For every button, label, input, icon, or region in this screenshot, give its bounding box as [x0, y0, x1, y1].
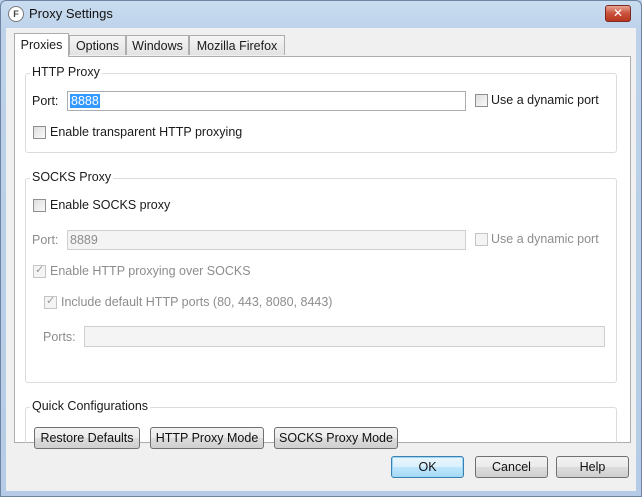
- socks-dynamic-port-label: Use a dynamic port: [491, 232, 599, 246]
- socks-proxy-group-title: SOCKS Proxy: [30, 170, 114, 184]
- close-icon: ✕: [612, 6, 624, 20]
- quick-configurations-group: Quick Configurations Restore Defaults HT…: [25, 399, 617, 449]
- restore-defaults-button[interactable]: Restore Defaults: [34, 427, 140, 449]
- proxy-settings-window: F Proxy Settings ✕ Proxies Options Windo…: [0, 0, 642, 497]
- transparent-proxying-checkbox[interactable]: [33, 126, 46, 139]
- tab-proxies[interactable]: Proxies: [14, 33, 69, 57]
- title-bar[interactable]: F Proxy Settings ✕: [1, 1, 641, 27]
- http-proxy-mode-button[interactable]: HTTP Proxy Mode: [150, 427, 264, 449]
- tab-windows[interactable]: Windows: [126, 35, 189, 55]
- check-icon: ✓: [35, 264, 45, 276]
- http-dynamic-port-checkbox[interactable]: [475, 94, 488, 107]
- ports-input[interactable]: [84, 326, 605, 347]
- include-default-ports-checkbox[interactable]: ✓: [44, 295, 57, 309]
- include-default-ports-label: Include default HTTP ports (80, 443, 808…: [61, 295, 333, 309]
- cancel-button[interactable]: Cancel: [475, 456, 548, 478]
- socks-port-value: 8889: [70, 233, 98, 247]
- transparent-proxying-label: Enable transparent HTTP proxying: [50, 125, 243, 139]
- socks-dynamic-port-checkbox[interactable]: [475, 233, 488, 246]
- ok-button[interactable]: OK: [391, 456, 464, 478]
- proxies-tab-panel: HTTP Proxy Port: 8888 Use a dynamic port…: [14, 56, 631, 449]
- socks-port-input[interactable]: 8889: [67, 230, 466, 250]
- quick-configurations-title: Quick Configurations: [30, 399, 151, 413]
- http-proxy-group: HTTP Proxy Port: 8888 Use a dynamic port…: [25, 65, 617, 153]
- help-button[interactable]: Help: [556, 456, 629, 478]
- app-icon: F: [8, 6, 24, 22]
- window-title: Proxy Settings: [29, 6, 113, 21]
- http-port-value: 8888: [70, 94, 100, 108]
- socks-proxy-group: SOCKS Proxy Enable SOCKS proxy Port: 888…: [25, 170, 617, 383]
- http-port-label: Port:: [32, 94, 59, 108]
- tab-options[interactable]: Options: [69, 35, 126, 55]
- http-over-socks-label: Enable HTTP proxying over SOCKS: [50, 264, 251, 278]
- http-proxy-group-title: HTTP Proxy: [30, 65, 102, 79]
- http-dynamic-port-label: Use a dynamic port: [491, 93, 599, 107]
- enable-socks-label: Enable SOCKS proxy: [50, 198, 171, 212]
- ports-label: Ports:: [43, 330, 76, 344]
- http-over-socks-checkbox[interactable]: ✓: [33, 264, 46, 278]
- check-icon: ✓: [46, 295, 56, 307]
- socks-port-label: Port:: [32, 233, 59, 247]
- socks-proxy-mode-button[interactable]: SOCKS Proxy Mode: [274, 427, 398, 449]
- close-button[interactable]: ✕: [605, 5, 631, 22]
- http-port-input[interactable]: 8888: [67, 91, 466, 111]
- enable-socks-checkbox[interactable]: [33, 199, 46, 212]
- tab-mozilla-firefox[interactable]: Mozilla Firefox: [189, 35, 285, 55]
- dialog-client-area: Proxies Options Windows Mozilla Firefox …: [6, 28, 636, 491]
